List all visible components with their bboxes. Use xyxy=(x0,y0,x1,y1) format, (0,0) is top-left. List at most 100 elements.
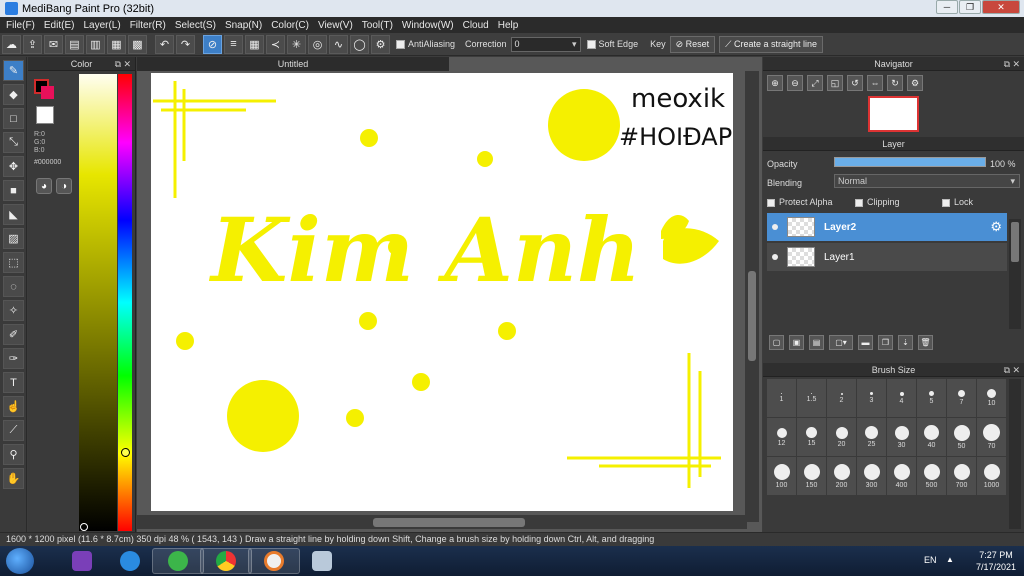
ellipse-snap-icon[interactable]: ◯ xyxy=(350,34,369,54)
lock-option[interactable]: Lock xyxy=(942,197,973,207)
menu-color[interactable]: Color(C) xyxy=(268,20,315,31)
drawing-canvas[interactable]: Kim Anh meoxik #HOIĐAP xyxy=(151,73,733,511)
protect-alpha-option[interactable]: Protect Alpha xyxy=(767,197,833,207)
navigator-settings-icon[interactable]: ⚙ xyxy=(907,75,923,91)
brush-size-option[interactable]: 1 xyxy=(767,379,796,417)
layer-list-scrollbar[interactable] xyxy=(1009,219,1021,329)
snap-settings-icon[interactable]: ⚙ xyxy=(371,34,390,54)
visibility-icon[interactable] xyxy=(772,224,778,230)
correction-select[interactable]: 0 xyxy=(510,36,581,52)
brush-size-option[interactable]: 10 xyxy=(977,379,1006,417)
brush-size-option[interactable]: 1000 xyxy=(977,457,1006,495)
delete-layer-icon[interactable]: 🗑 xyxy=(918,335,933,350)
restore-button[interactable]: ❐ xyxy=(959,0,981,14)
lock-checkbox[interactable] xyxy=(942,198,950,207)
saturation-brightness-picker[interactable] xyxy=(79,74,117,531)
menu-window[interactable]: Window(W) xyxy=(399,20,460,31)
reset-button[interactable]: ⊘ Reset xyxy=(669,35,716,53)
navigator-thumbnail[interactable] xyxy=(868,96,919,132)
transparent-color-swatch[interactable] xyxy=(36,106,54,124)
menu-file[interactable]: File(F) xyxy=(3,20,41,31)
menu-snap[interactable]: Snap(N) xyxy=(222,20,268,31)
canvas-horizontal-scrollbar[interactable] xyxy=(137,515,747,529)
flip-icon[interactable]: ⇔ xyxy=(867,75,883,91)
brush-size-option[interactable]: 400 xyxy=(887,457,916,495)
actual-size-icon[interactable]: ◱ xyxy=(827,75,843,91)
rotate-right-icon[interactable]: ↻ xyxy=(887,75,903,91)
clipping-option[interactable]: Clipping xyxy=(855,197,900,207)
cross-snap-icon[interactable]: ▦ xyxy=(245,34,264,54)
layer-scroll-thumb[interactable] xyxy=(1011,222,1019,262)
move-tool-icon[interactable]: ✥ xyxy=(3,156,24,177)
brush-size-option[interactable]: 150 xyxy=(797,457,826,495)
layer-settings-gear-icon[interactable]: ⚙ xyxy=(990,219,1002,235)
concentric-snap-icon[interactable]: ◎ xyxy=(308,34,327,54)
new-layer-icon[interactable]: ▢ xyxy=(769,335,784,350)
curve-snap-icon[interactable]: ∿ xyxy=(329,34,348,54)
new-halftone-layer-icon[interactable]: ▣ xyxy=(789,335,804,350)
brush-size-option[interactable]: 100 xyxy=(767,457,796,495)
text-tool-icon[interactable]: T xyxy=(3,372,24,393)
brush-size-option[interactable]: 50 xyxy=(947,418,976,456)
rotate-left-icon[interactable]: ↺ xyxy=(847,75,863,91)
magic-wand-tool-icon[interactable]: ✧ xyxy=(3,300,24,321)
brush-size-option[interactable]: 200 xyxy=(827,457,856,495)
redo-icon[interactable]: ↷ xyxy=(176,34,195,54)
cloud-icon[interactable]: ☁ xyxy=(2,34,21,54)
start-button[interactable] xyxy=(6,548,34,574)
brush-size-option[interactable]: 15 xyxy=(797,418,826,456)
menu-filter[interactable]: Filter(R) xyxy=(127,20,172,31)
soft-edge-checkbox[interactable] xyxy=(586,39,596,49)
minimize-button[interactable]: ─ xyxy=(936,0,958,14)
menu-edit[interactable]: Edit(E) xyxy=(41,20,81,31)
line-tool-icon[interactable]: ⤡ xyxy=(3,132,24,153)
vertical-scroll-thumb[interactable] xyxy=(748,271,756,361)
brush-size-option[interactable]: 300 xyxy=(857,457,886,495)
brush-size-option[interactable]: 1.5 xyxy=(797,379,826,417)
hue-slider[interactable] xyxy=(118,74,132,531)
grid-icon[interactable]: ▩ xyxy=(128,34,147,54)
close-panel-icon[interactable]: ✕ xyxy=(1012,57,1020,71)
select-rect-tool-icon[interactable]: ⬚ xyxy=(3,252,24,273)
share-icon[interactable]: ⇪ xyxy=(23,34,42,54)
comment-icon[interactable]: ✉ xyxy=(44,34,63,54)
menu-help[interactable]: Help xyxy=(495,20,525,31)
clipping-checkbox[interactable] xyxy=(855,198,863,207)
color-wheel-icon[interactable]: ◕ xyxy=(36,178,52,194)
menu-layer[interactable]: Layer(L) xyxy=(80,20,126,31)
brush-size-option[interactable]: 20 xyxy=(827,418,856,456)
layer-row-layer2[interactable]: Layer2 ⚙ xyxy=(767,213,1007,241)
brush-size-option[interactable]: 40 xyxy=(917,418,946,456)
divide-tool-icon[interactable]: ⟋ xyxy=(3,420,24,441)
new-folder-icon[interactable]: ▬ xyxy=(858,335,873,350)
brush-size-option[interactable]: 12 xyxy=(767,418,796,456)
menu-select[interactable]: Select(S) xyxy=(172,20,222,31)
hue-slider-handle[interactable] xyxy=(121,448,130,457)
gradient-tool-icon[interactable]: ▨ xyxy=(3,228,24,249)
brush-size-option[interactable]: 4 xyxy=(887,379,916,417)
chat-icon[interactable]: ▤ xyxy=(65,34,84,54)
brush-tool-icon[interactable]: ✎ xyxy=(3,60,24,81)
duplicate-layer-icon[interactable]: ❐ xyxy=(878,335,893,350)
taskbar-medibang[interactable] xyxy=(248,548,300,574)
zoom-out-icon[interactable]: ⊖ xyxy=(787,75,803,91)
eraser-tool-icon[interactable]: ◆ xyxy=(3,84,24,105)
clock[interactable]: 7:27 PM 7/17/2021 xyxy=(976,549,1016,573)
opacity-slider[interactable] xyxy=(834,157,986,167)
lasso-tool-icon[interactable]: ◌ xyxy=(3,276,24,297)
zoom-in-icon[interactable]: ⊕ xyxy=(767,75,783,91)
undock-icon[interactable]: ⧉ xyxy=(115,57,121,71)
brush-size-option[interactable]: 70 xyxy=(977,418,1006,456)
brush-size-option[interactable]: 30 xyxy=(887,418,916,456)
brush-size-option[interactable]: 5 xyxy=(917,379,946,417)
hand-tool-icon[interactable]: ✋ xyxy=(3,468,24,489)
undock-icon[interactable]: ⧉ xyxy=(1004,57,1010,71)
brush-size-option[interactable]: 500 xyxy=(917,457,946,495)
horizontal-scroll-thumb[interactable] xyxy=(373,518,525,527)
taskbar-visual-studio[interactable] xyxy=(56,548,108,574)
color-picker-handle[interactable] xyxy=(80,523,88,531)
page-icon[interactable]: ▦ xyxy=(107,34,126,54)
brush-size-option[interactable]: 25 xyxy=(857,418,886,456)
menu-view[interactable]: View(V) xyxy=(315,20,359,31)
antialiasing-checkbox[interactable] xyxy=(396,39,405,49)
